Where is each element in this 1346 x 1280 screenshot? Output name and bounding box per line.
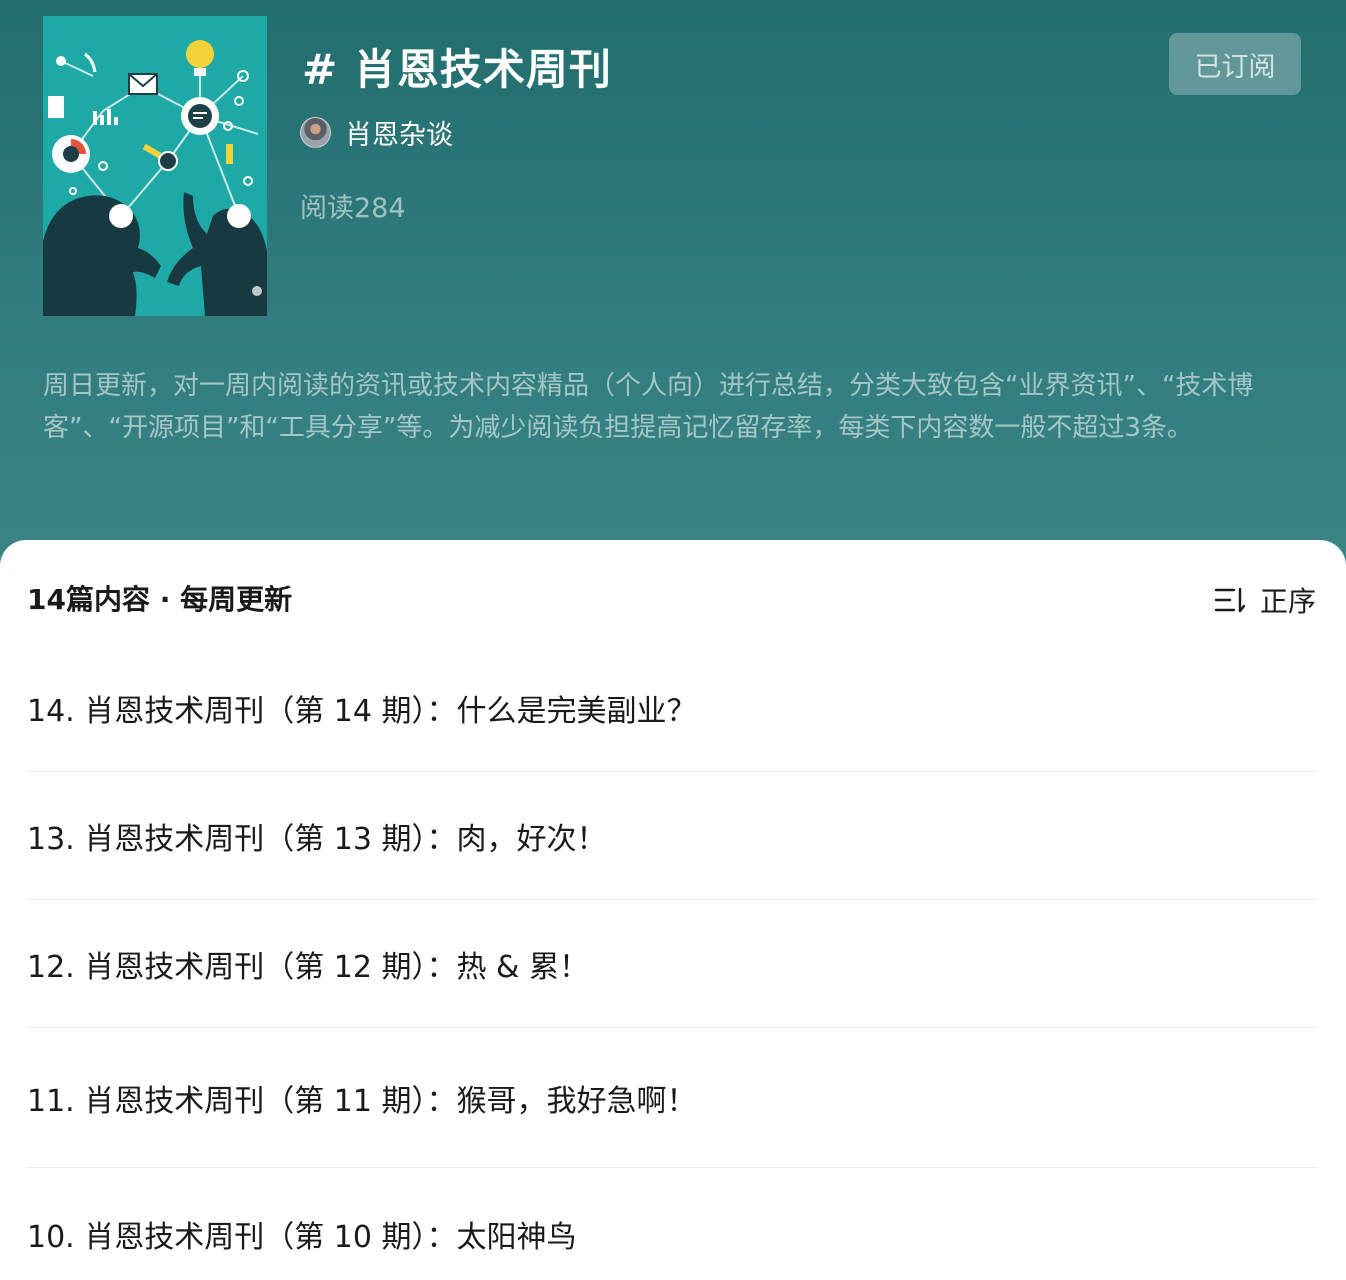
- author-avatar[interactable]: [300, 116, 331, 148]
- article-count-summary: 14篇内容 · 每周更新: [27, 583, 293, 616]
- author-name[interactable]: 肖恩杂谈: [345, 113, 453, 152]
- read-count: 阅读284: [300, 193, 406, 224]
- sort-order-toggle[interactable]: 正序: [1214, 580, 1316, 620]
- sort-order-label: 正序: [1259, 585, 1316, 618]
- article-item[interactable]: 12. 肖恩技术周刊（第 12 期）：热 & 累！: [27, 900, 1317, 1028]
- article-item[interactable]: 13. 肖恩技术周刊（第 13 期）：肉，好次！: [27, 772, 1317, 900]
- article-list: 14. 肖恩技术周刊（第 14 期）：什么是完美副业？ 13. 肖恩技术周刊（第…: [27, 644, 1317, 1280]
- article-item[interactable]: 11. 肖恩技术周刊（第 11 期）：猴哥，我好急啊！: [27, 1028, 1317, 1168]
- subscribed-button[interactable]: 已订阅: [1169, 33, 1301, 95]
- sort-icon: [1214, 587, 1246, 613]
- article-item[interactable]: 10. 肖恩技术周刊（第 10 期）：太阳神鸟: [27, 1168, 1317, 1280]
- album-header: # 肖恩技术周刊 肖恩杂谈 阅读284 已订阅 周日更新，对一周内阅读的资讯或技…: [0, 0, 1346, 600]
- album-title: # 肖恩技术周刊: [302, 45, 612, 94]
- album-description: 周日更新，对一周内阅读的资讯或技术内容精品（个人向）进行总结，分类大致包含“业界…: [43, 371, 1254, 443]
- author-info[interactable]: 肖恩杂谈: [300, 113, 453, 152]
- article-item[interactable]: 14. 肖恩技术周刊（第 14 期）：什么是完美副业？: [27, 644, 1317, 772]
- album-cover-image: [43, 16, 267, 316]
- album-page: # 肖恩技术周刊 肖恩杂谈 阅读284 已订阅 周日更新，对一周内阅读的资讯或技…: [0, 0, 1346, 1280]
- article-list-panel: 14篇内容 · 每周更新 正序 14. 肖恩技术周刊（第 14 期）：什么是完美…: [0, 540, 1346, 1280]
